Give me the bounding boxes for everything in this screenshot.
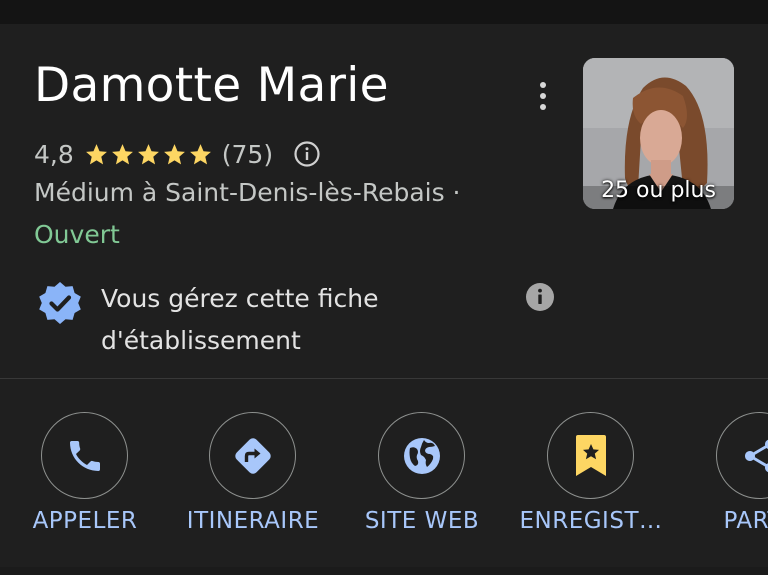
- open-status: Ouvert: [34, 220, 120, 249]
- save-action[interactable]: ENREGIST…: [506, 412, 676, 542]
- website-button[interactable]: [378, 412, 465, 499]
- info-outline-icon[interactable]: [293, 140, 321, 168]
- rating-value: 4,8: [34, 139, 74, 169]
- management-message: Vous gérez cette fiche d'établissement: [101, 278, 378, 362]
- save-button[interactable]: [547, 412, 634, 499]
- info-icon[interactable]: [525, 282, 555, 312]
- rating-row[interactable]: 4,8 (75): [34, 136, 321, 172]
- star-icon: [85, 143, 107, 164]
- star-icon: [137, 143, 159, 164]
- star-icon: [163, 143, 185, 164]
- management-text-line1: Vous gérez cette fiche: [101, 284, 379, 313]
- share-label: PARTA: [723, 508, 768, 534]
- place-category: Médium à Saint-Denis-lès-Rebais ·: [34, 178, 461, 207]
- rating-stars: [84, 142, 214, 167]
- call-button[interactable]: [41, 412, 128, 499]
- bottom-edge: [0, 567, 768, 575]
- share-icon: [744, 439, 768, 472]
- more-options-icon[interactable]: [530, 78, 556, 114]
- star-icon: [111, 143, 133, 164]
- website-action[interactable]: SITE WEB: [337, 412, 507, 542]
- bookmark-star-icon: [575, 434, 606, 476]
- review-count[interactable]: (75): [222, 140, 273, 169]
- call-action[interactable]: APPELER: [0, 412, 170, 542]
- place-title: Damotte Marie: [34, 58, 389, 113]
- verified-badge-icon: [37, 280, 83, 326]
- globe-icon: [403, 437, 440, 474]
- directions-icon: [234, 437, 271, 474]
- status-bar: [0, 0, 768, 24]
- photo-count-label: 25 ou plus: [601, 178, 716, 203]
- section-divider: [0, 378, 768, 379]
- directions-button[interactable]: [209, 412, 296, 499]
- star-icon: [189, 143, 211, 164]
- share-button[interactable]: [716, 412, 768, 499]
- phone-icon: [69, 440, 100, 471]
- management-text-line2: d'établissement: [101, 326, 301, 355]
- place-photo[interactable]: 25 ou plus: [583, 58, 734, 209]
- share-action[interactable]: PARTA: [675, 412, 768, 542]
- directions-action[interactable]: ITINERAIRE: [168, 412, 338, 542]
